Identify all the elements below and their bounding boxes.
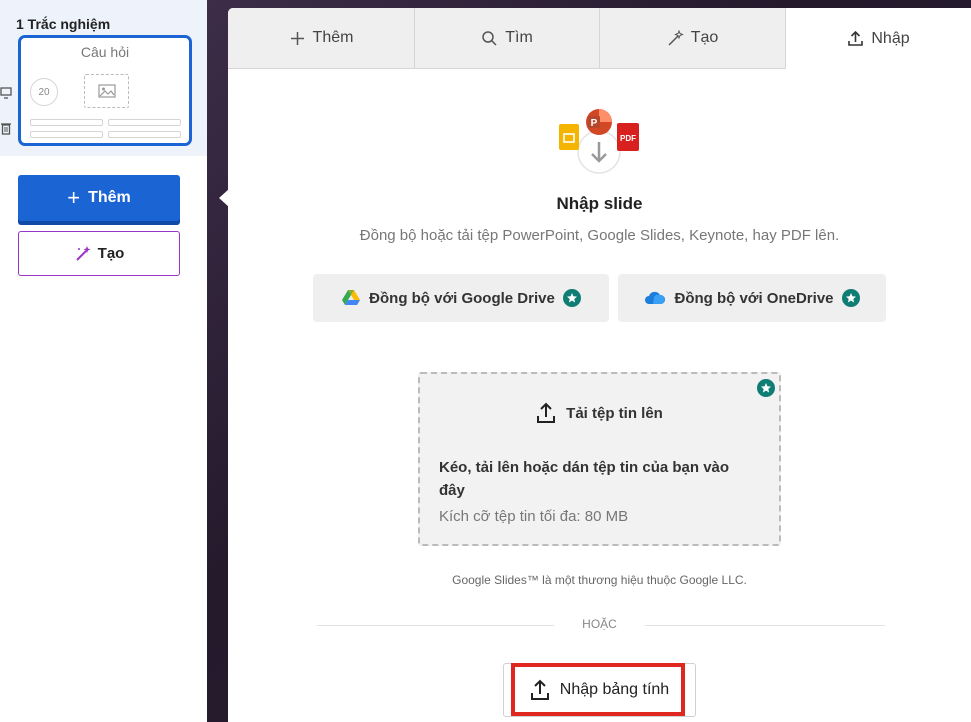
- sync-google-drive-button[interactable]: Đồng bộ với Google Drive: [313, 274, 609, 322]
- tab-generate-label: Tạo: [690, 29, 719, 46]
- highlight-annotation-box: [511, 663, 685, 716]
- import-files-icon: P PDF: [558, 108, 640, 178]
- thumbnail-title: Câu hỏi: [80, 44, 130, 60]
- generate-button[interactable]: Tạo: [18, 231, 180, 276]
- plus-icon: [290, 31, 304, 45]
- premium-star-icon: [757, 379, 775, 397]
- premium-star-icon: [562, 289, 581, 307]
- upload-icon: [537, 402, 556, 423]
- slide-preview-icon[interactable]: [0, 86, 12, 100]
- file-size-limit: Kích cỡ tệp tin tối đa: 80 MB: [439, 508, 629, 525]
- answer-placeholder: [30, 119, 103, 126]
- tab-search[interactable]: Tìm: [415, 8, 600, 69]
- tab-import-label: Nhập: [871, 29, 910, 47]
- upload-icon: [848, 30, 864, 46]
- tab-add-label: Thêm: [312, 29, 354, 46]
- onedrive-label: Đồng bộ với OneDrive: [674, 289, 834, 307]
- add-content-panel: Thêm Tìm Tạo Nhập P PDF Nhập slide Đồng …: [228, 8, 971, 722]
- slide-list-item[interactable]: 1 Trắc nghiệm Câu hỏi 20: [0, 0, 207, 156]
- onedrive-cloud-icon: [645, 291, 666, 304]
- slide-label: 1 Trắc nghiệm: [16, 16, 111, 32]
- tab-search-label: Tìm: [505, 29, 533, 46]
- thumbnail-timer: 20: [30, 78, 58, 106]
- divider: [645, 625, 885, 626]
- tab-import[interactable]: Nhập: [786, 8, 971, 69]
- trademark-notice: Google Slides™ là một thương hiệu thuộc …: [452, 573, 747, 587]
- google-drive-label: Đồng bộ với Google Drive: [369, 289, 555, 307]
- plus-icon: +: [67, 185, 81, 210]
- delete-icon[interactable]: [0, 121, 12, 135]
- image-placeholder-icon: [84, 74, 129, 108]
- import-title: Nhập slide: [556, 194, 643, 213]
- upload-file-button[interactable]: Tải tệp tin lên: [420, 402, 779, 424]
- divider: [317, 625, 554, 626]
- add-slide-button[interactable]: + Thêm: [18, 175, 180, 221]
- google-drive-icon: [342, 290, 361, 305]
- import-subtitle: Đồng bộ hoặc tải tệp PowerPoint, Google …: [359, 227, 840, 244]
- magic-wand-icon: [75, 245, 91, 261]
- sidebar: 1 Trắc nghiệm Câu hỏi 20 + Thêm Tạo: [0, 0, 207, 722]
- magic-wand-icon: [668, 29, 684, 46]
- tab-add[interactable]: Thêm: [228, 8, 415, 69]
- generate-label: Tạo: [97, 245, 125, 262]
- pdf-label: PDF: [620, 134, 636, 143]
- search-icon: [482, 30, 497, 46]
- upload-file-label: Tải tệp tin lên: [566, 404, 663, 422]
- answer-placeholder: [30, 131, 103, 138]
- tab-generate[interactable]: Tạo: [600, 8, 786, 69]
- or-separator: HOẶC: [582, 617, 617, 631]
- drop-instructions: Kéo, tải lên hoặc dán tệp tin của bạn và…: [439, 459, 730, 499]
- answer-placeholder: [108, 131, 181, 138]
- file-dropzone[interactable]: Tải tệp tin lên Kéo, tải lên hoặc dán tệ…: [418, 372, 781, 546]
- powerpoint-letter: P: [591, 118, 598, 129]
- add-slide-label: Thêm: [88, 189, 131, 206]
- answer-placeholder: [108, 119, 181, 126]
- slide-thumbnail[interactable]: Câu hỏi 20: [18, 35, 192, 146]
- panel-tabs: Thêm Tìm Tạo Nhập: [228, 8, 971, 69]
- premium-star-icon: [841, 289, 860, 307]
- sync-onedrive-button[interactable]: Đồng bộ với OneDrive: [618, 274, 886, 322]
